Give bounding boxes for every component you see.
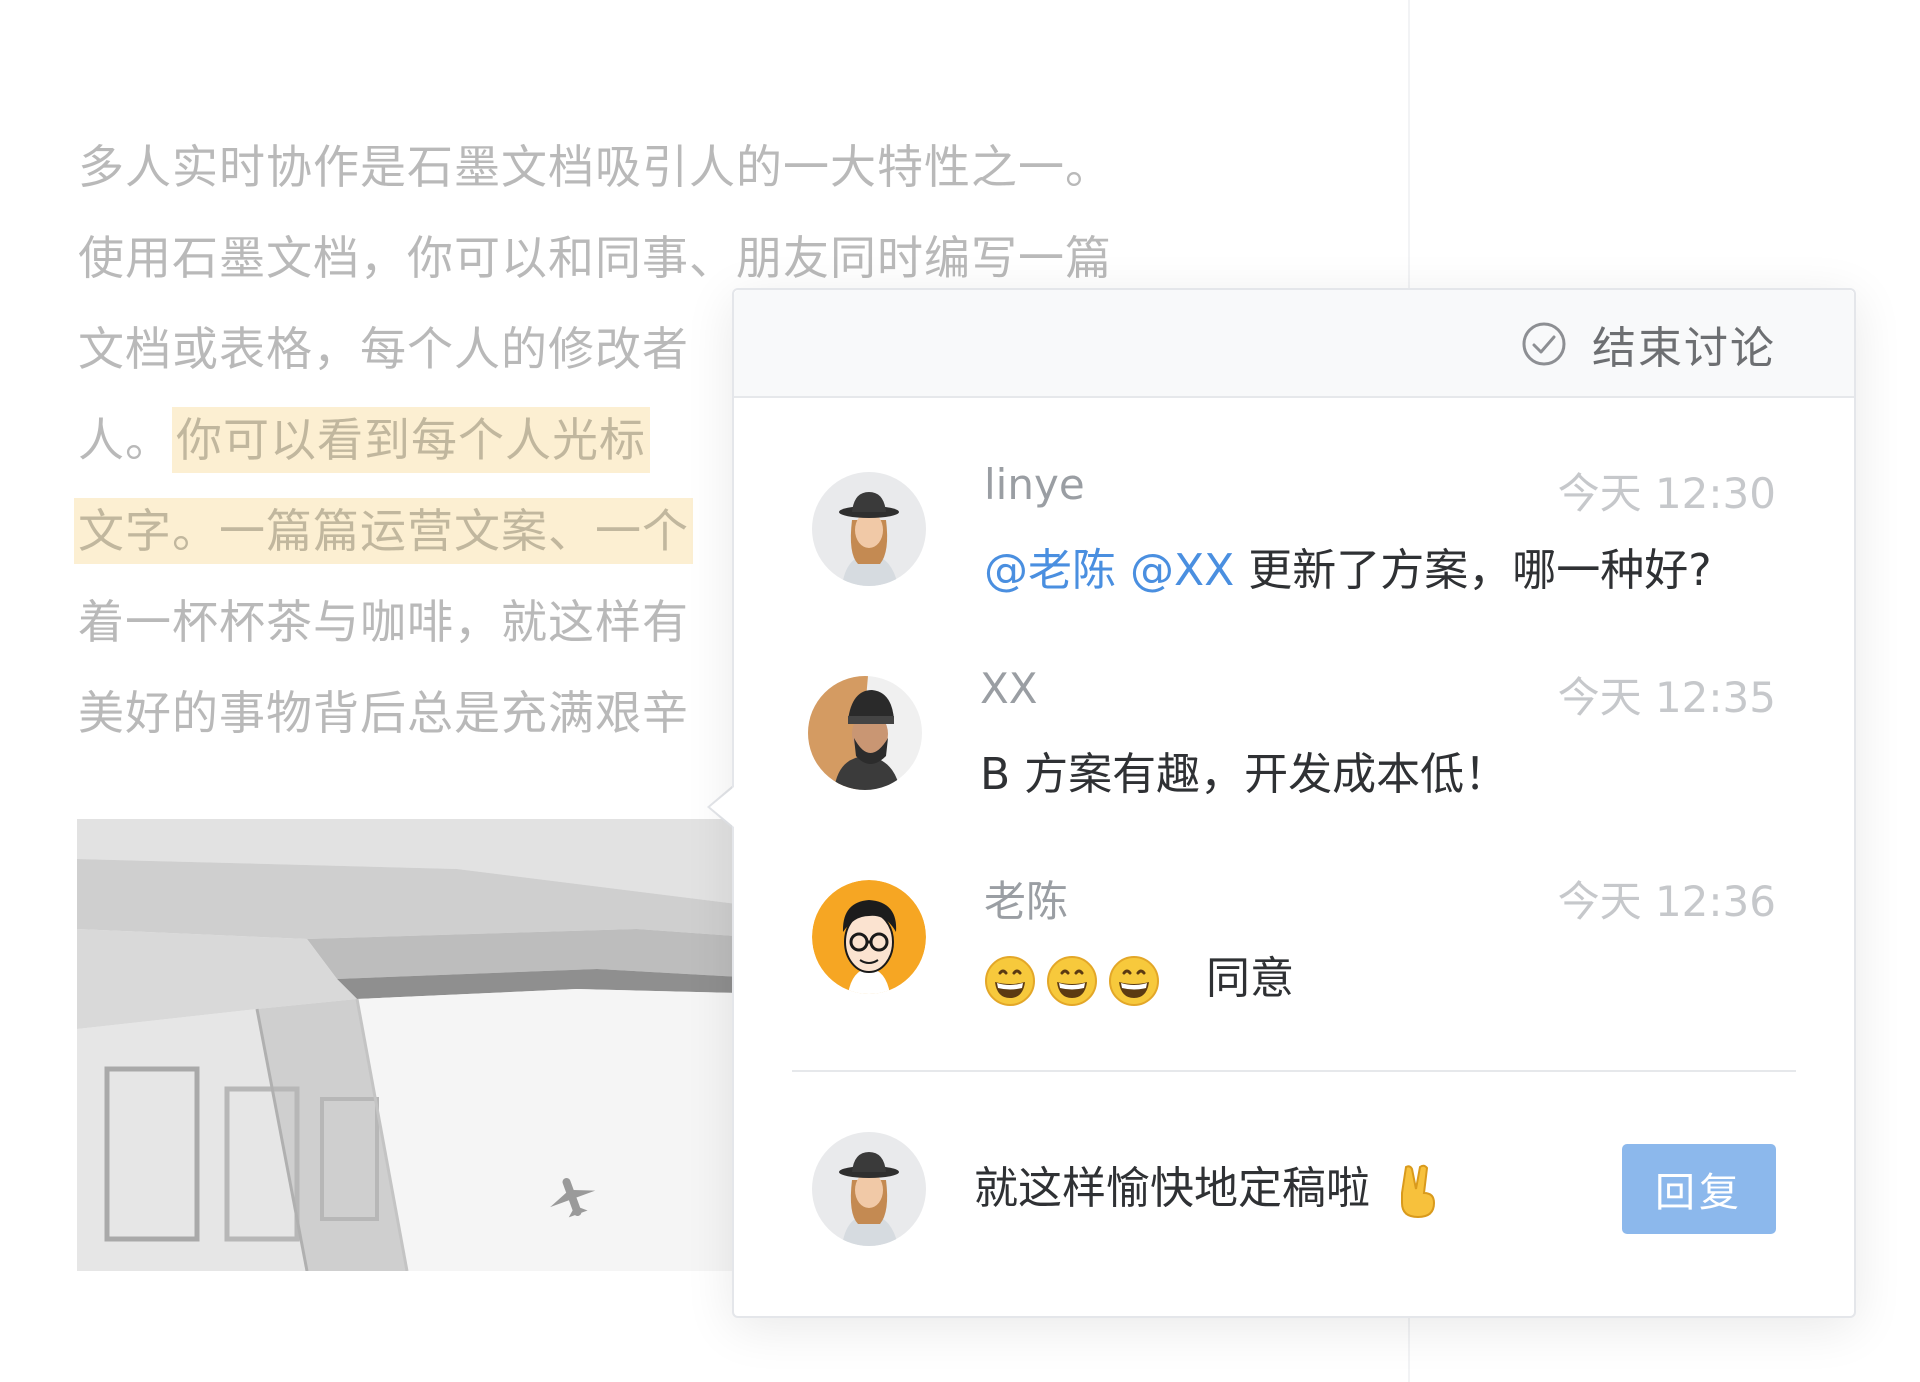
end-discussion-button[interactable]: 结束讨论: [1520, 316, 1776, 374]
check-circle-icon: [1522, 322, 1566, 366]
avatar-xx-image: [808, 676, 922, 790]
comment-text: B 方案有趣，开发成本低！: [980, 749, 1509, 800]
reply-input-value: 就这样愉快地定稿啦: [974, 1163, 1370, 1214]
highlighted-text[interactable]: 文字。一篇篇运营文案、一个: [74, 498, 693, 564]
avatar-laochen[interactable]: [812, 880, 926, 994]
comment-time: 今天 12:30: [1557, 469, 1776, 518]
grinning-face-icon: [1047, 956, 1097, 1006]
comment-item: XX 今天 12:35 B 方案有趣，开发成本低！: [734, 664, 1854, 816]
comment-text: 更新了方案，哪一种好?: [1248, 545, 1712, 596]
building-photo: [77, 819, 777, 1271]
comment-text: 同意: [1206, 953, 1294, 1004]
reply-button[interactable]: 回复: [1622, 1144, 1776, 1234]
grinning-face-icon: [985, 956, 1035, 1006]
popup-pointer-fill: [710, 787, 734, 827]
mention-link[interactable]: @老陈: [984, 545, 1116, 596]
discussion-popup: 结束讨论 linye 今天 12:30 @老陈 @XX 更新了方案，哪一种好?: [732, 288, 1856, 1318]
reply-input[interactable]: 就这样愉快地定稿啦: [974, 1152, 1440, 1219]
comment-body: @老陈 @XX 更新了方案，哪一种好?: [984, 534, 1712, 598]
mention-link[interactable]: @XX: [1130, 545, 1234, 596]
victory-hand-icon: [1401, 1164, 1436, 1219]
avatar-linye-image: [812, 472, 926, 586]
avatar-linye[interactable]: [812, 1132, 926, 1246]
comment-item: linye 今天 12:30 @老陈 @XX 更新了方案，哪一种好?: [734, 460, 1854, 612]
avatar-xx[interactable]: [808, 676, 922, 790]
comment-author[interactable]: XX: [980, 664, 1038, 713]
comment-time: 今天 12:36: [1557, 877, 1776, 926]
comment-time: 今天 12:35: [1557, 673, 1776, 722]
reply-separator: [792, 1070, 1796, 1072]
grinning-face-icon: [1109, 956, 1159, 1006]
comment-body: 同意: [984, 942, 1294, 1007]
document-image[interactable]: [77, 819, 777, 1271]
comment-author[interactable]: linye: [984, 460, 1085, 509]
end-discussion-label: 结束讨论: [1592, 323, 1776, 374]
highlighted-text[interactable]: 你可以看到每个人光标: [172, 407, 650, 473]
avatar-laochen-image: [812, 880, 926, 994]
avatar-linye-image: [812, 1132, 926, 1246]
comment-item: 老陈 今天 12:36 同意: [734, 877, 1854, 1020]
reply-composer: 就这样愉快地定稿啦 回复: [734, 1132, 1854, 1252]
comment-author[interactable]: 老陈: [984, 868, 1068, 929]
comment-body: B 方案有趣，开发成本低！: [980, 738, 1508, 802]
popup-header: 结束讨论: [734, 290, 1854, 398]
document-line: 多人实时协作是石墨文档吸引人的一大特性之一。: [78, 140, 1112, 194]
avatar-linye[interactable]: [812, 472, 926, 586]
